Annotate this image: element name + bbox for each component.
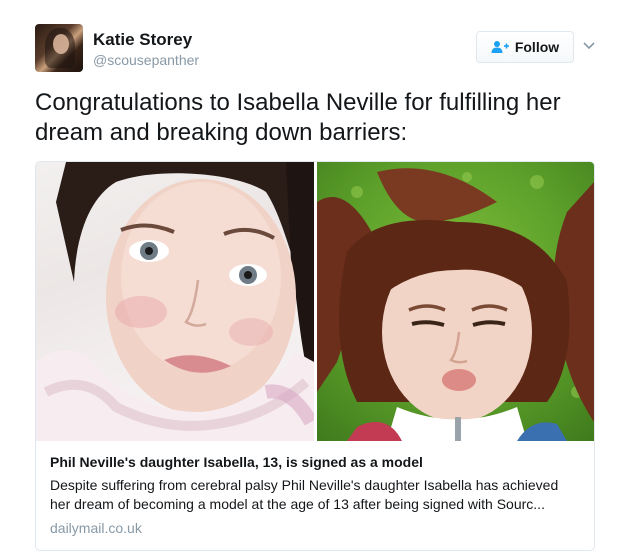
card-photo-left	[36, 162, 314, 441]
tweet-text: Congratulations to Isabella Neville for …	[35, 89, 561, 146]
portrait-illustration-left	[36, 162, 314, 441]
avatar[interactable]	[35, 24, 83, 72]
user-handle[interactable]: @scousepanther	[93, 52, 199, 68]
user-name[interactable]: Katie Storey	[93, 30, 192, 50]
card-photo-right	[317, 162, 594, 441]
follow-button-label: Follow	[514, 39, 560, 55]
portrait-illustration-right	[317, 168, 594, 441]
follow-person-plus-icon	[491, 41, 509, 53]
card-description: Despite suffering from cerebral palsy Ph…	[50, 477, 559, 512]
card-image[interactable]	[36, 162, 594, 441]
follow-button[interactable]: Follow	[476, 31, 574, 63]
link-card[interactable]: Phil Neville's daughter Isabella, 13, is…	[35, 161, 595, 551]
card-domain[interactable]: dailymail.co.uk	[50, 520, 142, 536]
chevron-down-icon[interactable]	[582, 38, 596, 52]
avatar-face	[53, 34, 69, 54]
tweet: Katie Storey @scousepanther Follow Congr…	[0, 0, 635, 551]
card-title[interactable]: Phil Neville's daughter Isabella, 13, is…	[50, 454, 423, 470]
